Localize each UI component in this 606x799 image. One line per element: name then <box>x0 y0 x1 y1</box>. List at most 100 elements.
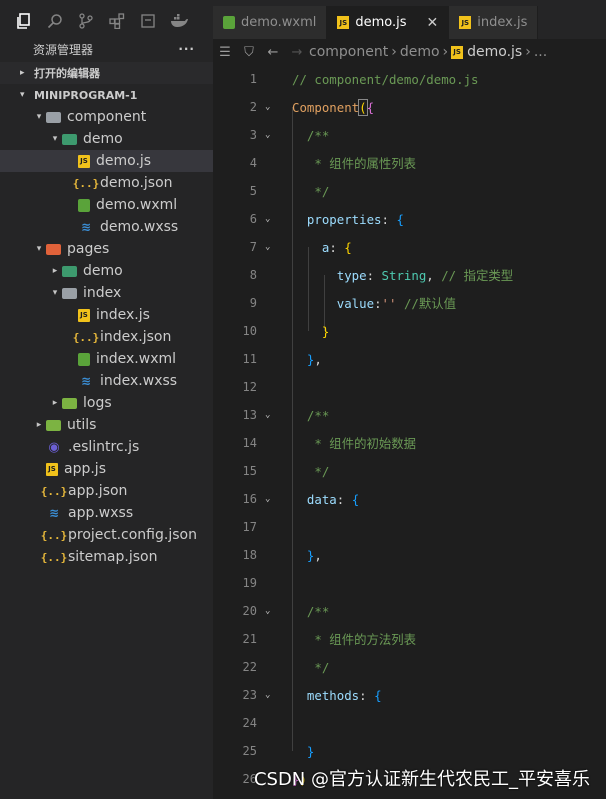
fold-chevron-icon[interactable]: ⌄ <box>265 606 277 616</box>
code-line[interactable]: 17 <box>213 513 606 541</box>
outline-icon[interactable] <box>138 11 158 31</box>
tree-item-label: index.wxml <box>96 351 177 367</box>
code-line[interactable]: 4 * 组件的属性列表 <box>213 149 606 177</box>
editor-tabs: demo.wxml JS demo.js ✕ JS index.js <box>213 6 606 39</box>
extensions-icon[interactable] <box>107 11 127 31</box>
tree-item[interactable]: {..} app.json <box>0 480 213 502</box>
code-line[interactable]: 11 }, <box>213 345 606 373</box>
json-file-icon: {..} <box>72 176 100 190</box>
code-line[interactable]: 21 * 组件的方法列表 <box>213 625 606 653</box>
code-line[interactable]: 16 ⌄ data: { <box>213 485 606 513</box>
bookmark-icon[interactable]: ⛉ <box>237 45 261 60</box>
tree-item[interactable]: ◉ .eslintrc.js <box>0 436 213 458</box>
chevron-down-icon: ▾ <box>52 134 58 144</box>
files-icon[interactable] <box>14 11 34 31</box>
fold-chevron-icon[interactable]: ⌄ <box>265 410 277 420</box>
watermark: CSDN @官方认证新生代农民工_平安喜乐 <box>253 769 590 790</box>
code-line[interactable]: 9 value:'' //默认值 <box>213 289 606 317</box>
code-text: }, <box>306 547 322 563</box>
fold-chevron-icon[interactable]: ⌄ <box>265 102 277 112</box>
fold-chevron-icon[interactable]: ⌄ <box>265 494 277 504</box>
search-icon[interactable] <box>45 11 65 31</box>
tree-item-label: app.wxss <box>68 505 134 521</box>
line-number: 8 <box>249 268 257 282</box>
wxml-file-icon <box>78 198 90 212</box>
tree-item[interactable]: {..} demo.json <box>0 172 213 194</box>
code-line[interactable]: 20 ⌄ /** <box>213 597 606 625</box>
code-line[interactable]: 25 } <box>213 737 606 765</box>
forward-arrow-icon[interactable]: → <box>285 45 309 60</box>
code-line[interactable]: 10 } <box>213 317 606 345</box>
code-text: methods: { <box>306 687 382 703</box>
code-line[interactable]: 14 * 组件的初始数据 <box>213 429 606 457</box>
code-line[interactable]: 7 ⌄ a: { <box>213 233 606 261</box>
tree-item[interactable]: ▾ component <box>0 106 213 128</box>
code-line[interactable]: 24 <box>213 709 606 737</box>
tab-label: index.js <box>477 15 528 30</box>
code-line[interactable]: 15 */ <box>213 457 606 485</box>
fold-chevron-icon[interactable]: ⌄ <box>265 242 277 252</box>
list-icon[interactable]: ☰ <box>213 45 237 60</box>
breadcrumb-tail[interactable]: ... <box>534 44 547 60</box>
open-editors-section[interactable]: ▸ 打开的编辑器 <box>0 62 213 84</box>
tab-demo-wxml[interactable]: demo.wxml <box>213 6 328 39</box>
tree-item[interactable]: {..} sitemap.json <box>0 546 213 568</box>
tree-item[interactable]: JS app.js <box>0 458 213 480</box>
tree-item[interactable]: ≋ demo.wxss <box>0 216 213 238</box>
code-text: properties: { <box>306 211 404 227</box>
tree-item[interactable]: JS demo.js <box>0 150 213 172</box>
docker-icon[interactable] <box>169 11 189 31</box>
fold-chevron-icon[interactable]: ⌄ <box>265 214 277 224</box>
more-actions-icon[interactable]: ··· <box>178 42 195 56</box>
code-line[interactable]: 8 type: String, // 指定类型 <box>213 261 606 289</box>
chevron-right-icon: ▸ <box>52 266 58 276</box>
project-section[interactable]: ▾ MINIPROGRAM-1 <box>0 84 213 106</box>
code-line[interactable]: 13 ⌄ /** <box>213 401 606 429</box>
explorer-header: 资源管理器 ··· <box>0 36 213 62</box>
tree-item[interactable]: {..} index.json <box>0 326 213 348</box>
chevron-down-icon: ▾ <box>52 288 58 298</box>
tree-item[interactable]: ▸ demo <box>0 260 213 282</box>
code-text: a: { <box>321 239 352 255</box>
tab-demo-js[interactable]: JS demo.js ✕ <box>327 6 450 39</box>
tree-item[interactable]: ▸ logs <box>0 392 213 414</box>
tree-item-label: index.json <box>100 329 172 345</box>
tree-item[interactable]: JS index.js <box>0 304 213 326</box>
back-arrow-icon[interactable]: ← <box>261 45 285 60</box>
breadcrumb-item[interactable]: demo.js <box>467 44 522 60</box>
eslint-file-icon: ◉ <box>48 439 60 455</box>
tree-item[interactable]: ▾ demo <box>0 128 213 150</box>
code-line[interactable]: 1 // component/demo/demo.js <box>213 65 606 93</box>
code-line[interactable]: 19 <box>213 569 606 597</box>
source-control-icon[interactable] <box>76 11 96 31</box>
tree-item[interactable]: {..} project.config.json <box>0 524 213 546</box>
fold-chevron-icon[interactable]: ⌄ <box>265 690 277 700</box>
tab-index-js[interactable]: JS index.js <box>449 6 539 39</box>
code-line[interactable]: 5 */ <box>213 177 606 205</box>
code-line[interactable]: 6 ⌄ properties: { <box>213 205 606 233</box>
close-icon[interactable]: ✕ <box>427 15 439 31</box>
tree-item[interactable]: ▾ index <box>0 282 213 304</box>
breadcrumb-item[interactable]: component <box>309 44 388 60</box>
code-text: type: String, // 指定类型 <box>336 268 514 283</box>
tree-item[interactable]: demo.wxml <box>0 194 213 216</box>
explorer-sidebar: 资源管理器 ··· ▸ 打开的编辑器 ▾ MINIPROGRAM-1 ▾ comp… <box>0 6 213 799</box>
code-line[interactable]: 12 <box>213 373 606 401</box>
tree-item[interactable]: index.wxml <box>0 348 213 370</box>
tree-item[interactable]: ▸ utils <box>0 414 213 436</box>
fold-chevron-icon[interactable]: ⌄ <box>265 130 277 140</box>
tree-item[interactable]: ≋ app.wxss <box>0 502 213 524</box>
tree-item[interactable]: ▾ pages <box>0 238 213 260</box>
breadcrumb-item[interactable]: demo <box>400 44 440 60</box>
code-text: /** <box>306 127 330 143</box>
code-line[interactable]: 3 ⌄ /** <box>213 121 606 149</box>
tree-item-label: demo.js <box>96 153 152 169</box>
code-line[interactable]: 23 ⌄ methods: { <box>213 681 606 709</box>
code-line[interactable]: 22 */ <box>213 653 606 681</box>
code-line[interactable]: 18 }, <box>213 541 606 569</box>
code-editor[interactable]: 1 // component/demo/demo.js 2 ⌄ Component({3… <box>213 65 606 799</box>
tree-item[interactable]: ≋ index.wxss <box>0 370 213 392</box>
code-line[interactable]: 2 ⌄ Component({ <box>213 93 606 121</box>
tree-item-label: sitemap.json <box>68 549 158 565</box>
tree-item-label: pages <box>67 241 110 257</box>
